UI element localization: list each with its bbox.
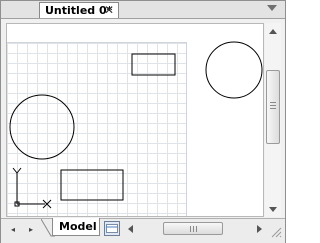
vertical-scroll-thumb[interactable] [266,70,280,144]
vertical-scrollbar[interactable] [265,23,281,217]
close-icon[interactable]: ✕ [104,3,114,17]
drawing-rectangle-top[interactable] [131,53,176,76]
model-layout-tab[interactable]: Model [52,218,100,236]
drawing-circle-right[interactable] [205,41,263,99]
document-tab-strip: Untitled 0* ✕ [1,1,285,19]
scroll-left-arrow-icon[interactable] [127,225,135,233]
document-tab-untitled[interactable]: Untitled 0* ✕ [39,2,119,18]
horizontal-scroll-thumb[interactable] [163,222,223,235]
layout-sheet-icon[interactable] [104,221,120,236]
scroll-down-arrow-icon[interactable] [269,205,277,213]
drawing-canvas[interactable] [6,23,264,217]
drawing-window: Untitled 0* ✕ ◂ ▸ Model [0,0,286,243]
scroll-right-arrow-icon[interactable] [255,225,263,233]
previous-layout-button[interactable]: ◂ [7,224,19,236]
next-layout-button[interactable]: ▸ [25,224,37,236]
layout-tab-bar: ◂ ▸ Model [1,218,285,243]
ucs-icon [12,167,52,209]
scroll-up-arrow-icon[interactable] [269,28,277,36]
drawing-circle-left[interactable] [9,94,75,160]
horizontal-scrollbar[interactable] [125,222,265,236]
drawing-rectangle-bottom[interactable] [60,169,124,201]
document-tab-label: Untitled 0* [45,4,113,17]
resize-grip-icon[interactable] [270,226,282,238]
tab-menu-arrow-icon[interactable] [267,4,277,12]
model-tab-label: Model [59,220,97,233]
